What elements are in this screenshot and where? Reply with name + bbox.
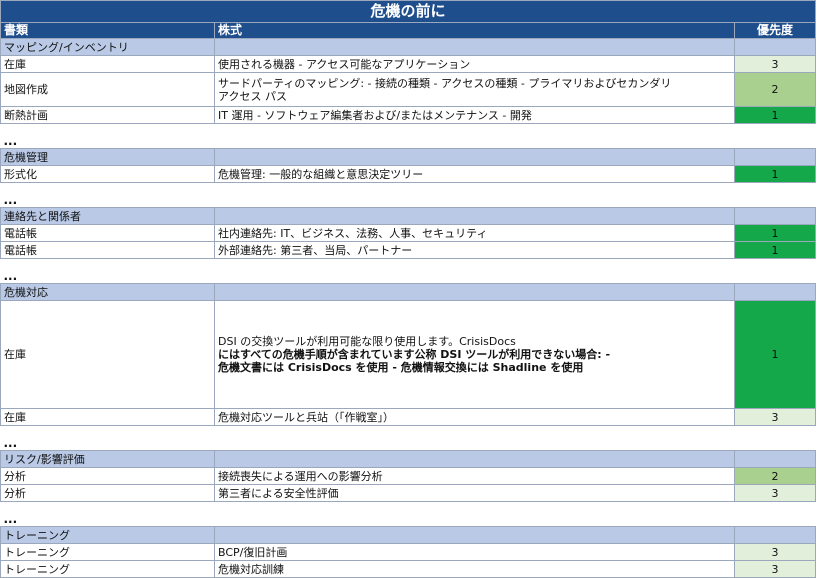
- cell-format[interactable]: BCP/復旧計画: [214, 543, 735, 561]
- spacer-row: ...: [0, 501, 816, 527]
- cell-format[interactable]: 第三者による安全性評価: [214, 484, 735, 502]
- cell-priority[interactable]: 1: [733, 224, 817, 242]
- cell-priority[interactable]: 1: [733, 165, 817, 183]
- table-row: 分析 第三者による安全性評価 3: [0, 484, 817, 502]
- table-row: 在庫 DSI の交換ツールが利用可能な限り使用します。CrisisDocs には…: [0, 300, 817, 409]
- document-table: 危機の前に 書類 株式 優先度 マッピング/インベントリ 在庫 使用される機器 …: [0, 0, 817, 578]
- spacer-row: ...: [0, 425, 816, 451]
- cell-format[interactable]: 接続喪失による運用への影響分析: [214, 467, 735, 485]
- table-row: トレーニング BCP/復旧計画 3: [0, 543, 817, 561]
- cell-format[interactable]: 外部連絡先: 第三者、当局、パートナー: [214, 241, 735, 259]
- cell-priority[interactable]: 2: [733, 467, 817, 485]
- spacer-row: ...: [0, 258, 816, 284]
- cell-format[interactable]: 使用される機器 - アクセス可能なアプリケーション: [214, 55, 735, 73]
- cell-type[interactable]: 電話帳: [0, 224, 215, 242]
- cell-type[interactable]: 地図作成: [0, 72, 215, 107]
- sheet-title[interactable]: 危機の前に: [0, 0, 817, 23]
- section-row: リスク/影響評価: [0, 450, 817, 468]
- cell-priority[interactable]: 1: [733, 300, 817, 409]
- cell-priority[interactable]: 3: [733, 408, 817, 426]
- section-title[interactable]: リスク/影響評価: [0, 450, 215, 468]
- section-row: 危機管理: [0, 148, 817, 166]
- ellipsis: ...: [0, 425, 215, 451]
- cell-type[interactable]: トレーニング: [0, 543, 215, 561]
- cell-priority[interactable]: 3: [733, 484, 817, 502]
- header-row: 書類 株式 優先度: [0, 22, 817, 39]
- cell-type[interactable]: 断熱計画: [0, 106, 215, 124]
- table-row: トレーニング 危機対応訓練 3: [0, 560, 817, 578]
- cell-type[interactable]: 在庫: [0, 55, 215, 73]
- header-priority[interactable]: 優先度: [733, 22, 817, 39]
- cell-priority[interactable]: 3: [733, 560, 817, 578]
- table-row: 電話帳 社内連絡先: IT、ビジネス、法務、人事、セキュリティ 1: [0, 224, 817, 242]
- ellipsis: ...: [0, 501, 215, 527]
- title-row: 危機の前に: [0, 0, 817, 23]
- spacer-row: ...: [0, 182, 816, 208]
- section-title[interactable]: 危機管理: [0, 148, 215, 166]
- cell-format[interactable]: 危機対応ツールと兵站（「作戦室」）: [214, 408, 735, 426]
- cell-type[interactable]: 在庫: [0, 300, 215, 409]
- section-row: 連絡先と関係者: [0, 207, 817, 225]
- cell-priority[interactable]: 3: [733, 543, 817, 561]
- table-row: 形式化 危機管理: 一般的な組織と意思決定ツリー 1: [0, 165, 817, 183]
- section-title[interactable]: マッピング/インベントリ: [0, 38, 215, 56]
- section-row: マッピング/インベントリ: [0, 38, 817, 56]
- table-row: 地図作成 サードパーティのマッピング: - 接続の種類 - アクセスの種類 - …: [0, 72, 817, 107]
- table-row: 電話帳 外部連絡先: 第三者、当局、パートナー 1: [0, 241, 817, 259]
- cell-format[interactable]: DSI の交換ツールが利用可能な限り使用します。CrisisDocs にはすべて…: [214, 300, 735, 409]
- section-title[interactable]: トレーニング: [0, 526, 215, 544]
- cell-priority[interactable]: 3: [733, 55, 817, 73]
- section-row: トレーニング: [0, 526, 817, 544]
- cell-format[interactable]: 危機管理: 一般的な組織と意思決定ツリー: [214, 165, 735, 183]
- cell-format[interactable]: 社内連絡先: IT、ビジネス、法務、人事、セキュリティ: [214, 224, 735, 242]
- section-title[interactable]: 連絡先と関係者: [0, 207, 215, 225]
- table-row: 断熱計画 IT 運用 - ソフトウェア編集者および/またはメンテナンス - 開発…: [0, 106, 817, 124]
- spreadsheet: 危機の前に 書類 株式 優先度 マッピング/インベントリ 在庫 使用される機器 …: [0, 0, 817, 578]
- cell-priority[interactable]: 1: [733, 241, 817, 259]
- section-row: 危機対応: [0, 283, 817, 301]
- cell-format[interactable]: IT 運用 - ソフトウェア編集者および/またはメンテナンス - 開発: [214, 106, 735, 124]
- cell-format[interactable]: サードパーティのマッピング: - 接続の種類 - アクセスの種類 - プライマリ…: [214, 72, 735, 107]
- cell-type[interactable]: 分析: [0, 484, 215, 502]
- ellipsis: ...: [0, 123, 215, 149]
- table-row: 在庫 使用される機器 - アクセス可能なアプリケーション 3: [0, 55, 817, 73]
- cell-priority[interactable]: 2: [733, 72, 817, 107]
- cell-type[interactable]: 在庫: [0, 408, 215, 426]
- cell-type[interactable]: 分析: [0, 467, 215, 485]
- spacer-row: ...: [0, 123, 816, 149]
- cell-format[interactable]: 危機対応訓練: [214, 560, 735, 578]
- cell-priority[interactable]: 1: [733, 106, 817, 124]
- header-type[interactable]: 書類: [0, 22, 215, 39]
- cell-type[interactable]: 形式化: [0, 165, 215, 183]
- ellipsis: ...: [0, 182, 215, 208]
- section-title[interactable]: 危機対応: [0, 283, 215, 301]
- cell-type[interactable]: 電話帳: [0, 241, 215, 259]
- header-format[interactable]: 株式: [214, 22, 735, 39]
- table-row: 分析 接続喪失による運用への影響分析 2: [0, 467, 817, 485]
- cell-type[interactable]: トレーニング: [0, 560, 215, 578]
- table-row: 在庫 危機対応ツールと兵站（「作戦室」） 3: [0, 408, 817, 426]
- ellipsis: ...: [0, 258, 215, 284]
